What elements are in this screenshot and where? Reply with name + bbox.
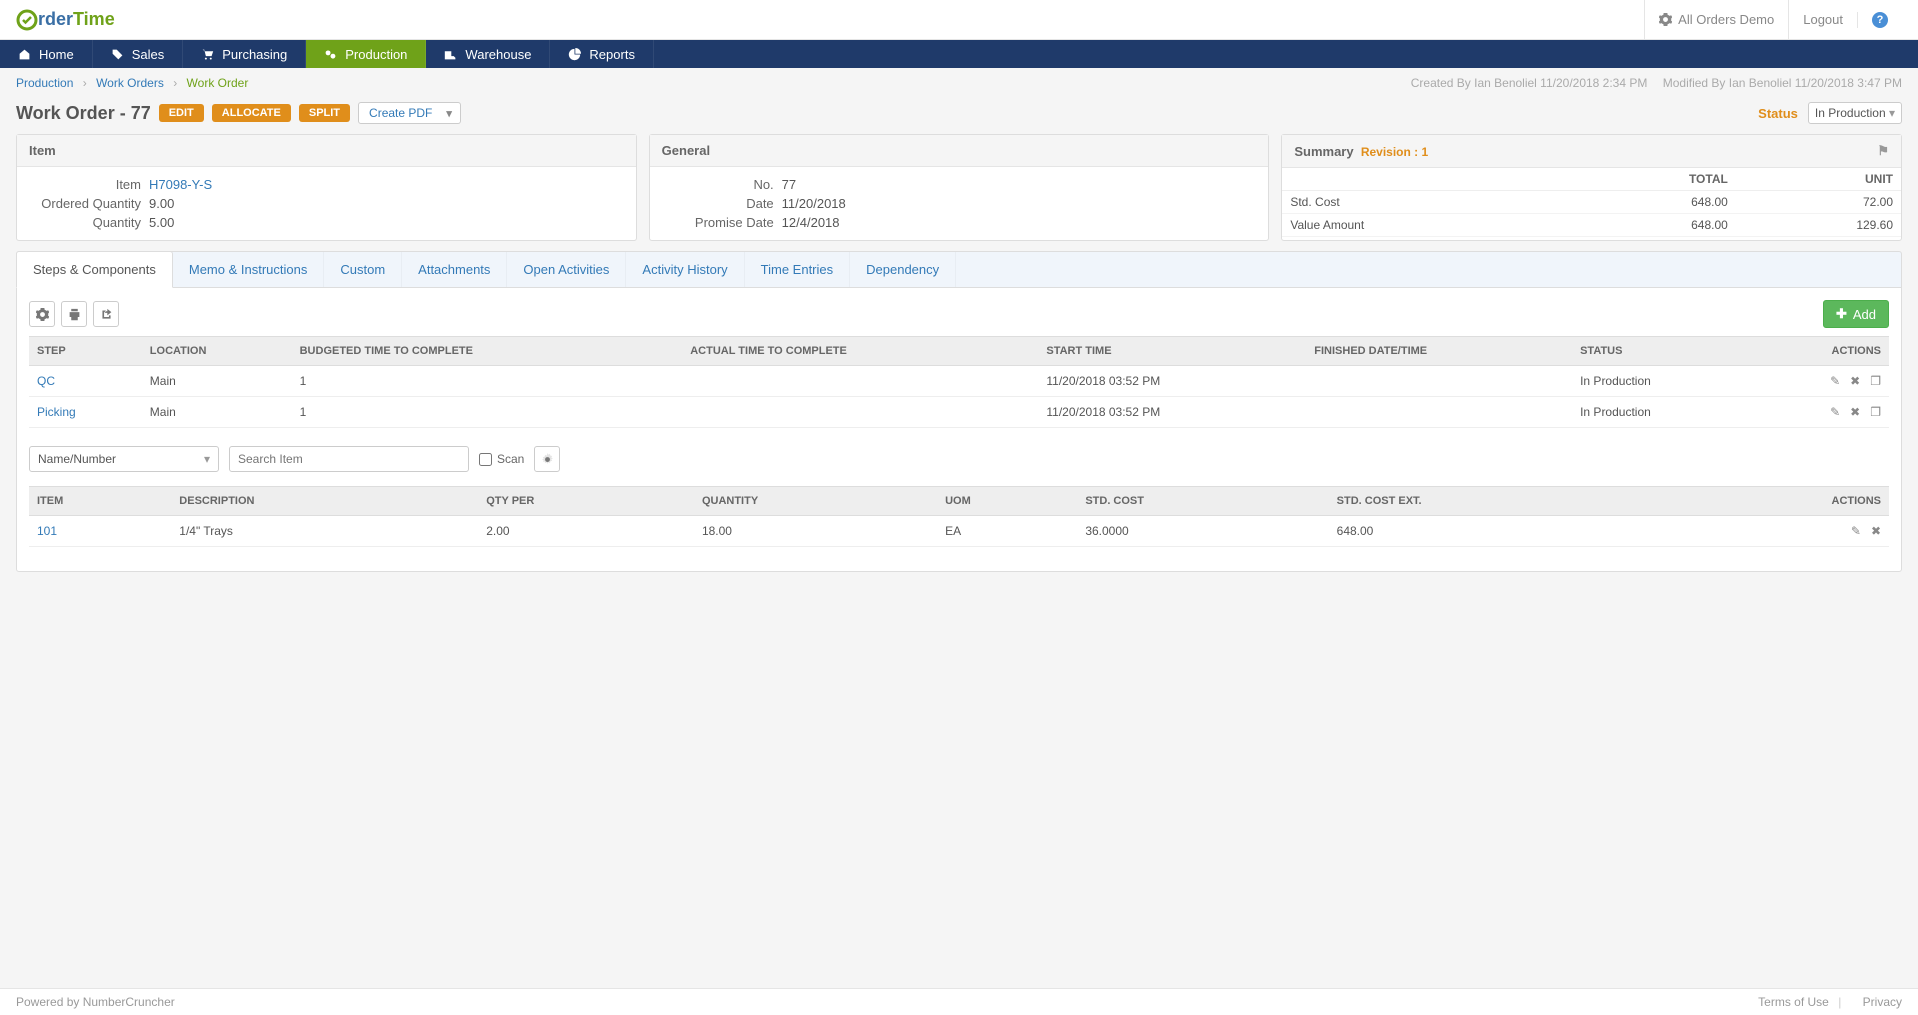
print-button[interactable] — [61, 301, 87, 327]
tab-open-activities[interactable]: Open Activities — [507, 252, 626, 287]
nav-production[interactable]: Production — [306, 40, 426, 68]
tab-custom[interactable]: Custom — [324, 252, 402, 287]
tab-time-entries[interactable]: Time Entries — [745, 252, 850, 287]
truck-icon — [444, 48, 457, 61]
search-input[interactable] — [229, 446, 469, 472]
item-link[interactable]: 101 — [37, 524, 57, 538]
item-link[interactable]: H7098-Y-S — [149, 177, 212, 192]
tab-activity-history[interactable]: Activity History — [626, 252, 744, 287]
steps-table: STEP LOCATION BUDGETED TIME TO COMPLETE … — [29, 336, 1889, 428]
scan-checkbox[interactable] — [479, 453, 492, 466]
tag-icon — [111, 48, 124, 61]
flag-icon[interactable]: ⚑ — [1877, 143, 1889, 159]
footer-tou[interactable]: Terms of Use — [1758, 995, 1829, 1009]
logout-link[interactable]: Logout — [1788, 0, 1857, 40]
crumb-production[interactable]: Production — [16, 76, 73, 90]
plus-icon: ✚ — [1836, 306, 1847, 322]
nav-warehouse[interactable]: Warehouse — [426, 40, 550, 68]
panel-summary: Summary Revision : 1 ⚑ TOTALUNIT Std. Co… — [1281, 134, 1902, 241]
main-nav: Home Sales Purchasing Production Warehou… — [0, 40, 1918, 68]
create-pdf-caret[interactable]: ▾ — [438, 102, 461, 124]
edit-button[interactable]: EDIT — [159, 104, 204, 122]
edit-icon[interactable]: ✎ — [1851, 524, 1861, 538]
status-select[interactable]: In Production ▾ — [1808, 102, 1902, 124]
breadcrumb: Production › Work Orders › Work Order — [16, 76, 248, 90]
crumb-work-orders[interactable]: Work Orders — [96, 76, 164, 90]
help-link[interactable]: ? — [1857, 12, 1902, 28]
crumb-current: Work Order — [187, 76, 249, 90]
logo[interactable]: rderTime — [16, 9, 115, 31]
settings-button[interactable] — [29, 301, 55, 327]
gear-icon — [1659, 13, 1672, 26]
delete-icon[interactable]: ✖ — [1850, 405, 1860, 419]
logo-text-order: rder — [38, 9, 73, 29]
tab-steps[interactable]: Steps & Components — [16, 251, 173, 288]
print-icon — [68, 308, 81, 321]
tab-dependency[interactable]: Dependency — [850, 252, 956, 287]
summary-row: Value Amount648.00129.60 — [1282, 214, 1901, 237]
gears-icon — [324, 48, 337, 61]
nav-reports[interactable]: Reports — [550, 40, 654, 68]
table-row: QC Main 1 11/20/2018 03:52 PM In Product… — [29, 366, 1889, 397]
pie-icon — [568, 48, 581, 61]
export-icon — [100, 308, 113, 321]
logo-text-time: Time — [73, 9, 115, 29]
copy-icon[interactable]: ❐ — [1870, 374, 1881, 388]
panel-item: Item ItemH7098-Y-S Ordered Quantity9.00 … — [16, 134, 637, 241]
scan-checkbox-label[interactable]: Scan — [479, 452, 524, 466]
add-button[interactable]: ✚Add — [1823, 300, 1889, 328]
logo-check-icon — [16, 9, 38, 31]
nav-home[interactable]: Home — [0, 40, 93, 68]
panel-general: General No.77 Date11/20/2018 Promise Dat… — [649, 134, 1270, 241]
step-link[interactable]: QC — [37, 374, 55, 388]
search-mode-select[interactable]: Name/Number▾ — [29, 446, 219, 472]
copy-icon[interactable]: ❐ — [1870, 405, 1881, 419]
nav-sales[interactable]: Sales — [93, 40, 184, 68]
edit-icon[interactable]: ✎ — [1830, 405, 1840, 419]
footer-privacy[interactable]: Privacy — [1863, 995, 1902, 1009]
split-button[interactable]: SPLIT — [299, 104, 350, 122]
nav-purchasing[interactable]: Purchasing — [183, 40, 306, 68]
allocate-button[interactable]: ALLOCATE — [212, 104, 291, 122]
summary-row: Std. Cost648.0072.00 — [1282, 191, 1901, 214]
tabs: Steps & Components Memo & Instructions C… — [16, 251, 1902, 287]
footer-powered: Powered by NumberCruncher — [16, 995, 175, 1009]
create-pdf-button[interactable]: Create PDF — [358, 102, 443, 124]
gear-icon — [36, 308, 49, 321]
tab-memo[interactable]: Memo & Instructions — [173, 252, 325, 287]
gear-icon — [541, 453, 554, 466]
status-label: Status — [1758, 106, 1798, 121]
delete-icon[interactable]: ✖ — [1850, 374, 1860, 388]
table-row: 101 1/4" Trays 2.00 18.00 EA 36.0000 648… — [29, 516, 1889, 547]
help-icon: ? — [1872, 12, 1888, 28]
page-title: Work Order - 77 — [16, 103, 151, 124]
export-button[interactable] — [93, 301, 119, 327]
demo-link[interactable]: All Orders Demo — [1644, 0, 1788, 40]
components-table: ITEM DESCRIPTION QTY PER QUANTITY UOM ST… — [29, 486, 1889, 547]
demo-label: All Orders Demo — [1678, 0, 1774, 40]
search-settings-button[interactable] — [534, 446, 560, 472]
table-row: Picking Main 1 11/20/2018 03:52 PM In Pr… — [29, 397, 1889, 428]
edit-icon[interactable]: ✎ — [1830, 374, 1840, 388]
cart-icon — [201, 48, 214, 61]
tab-attachments[interactable]: Attachments — [402, 252, 507, 287]
audit-info: Created By Ian Benoliel 11/20/2018 2:34 … — [1399, 76, 1902, 90]
home-icon — [18, 48, 31, 61]
delete-icon[interactable]: ✖ — [1871, 524, 1881, 538]
step-link[interactable]: Picking — [37, 405, 76, 419]
